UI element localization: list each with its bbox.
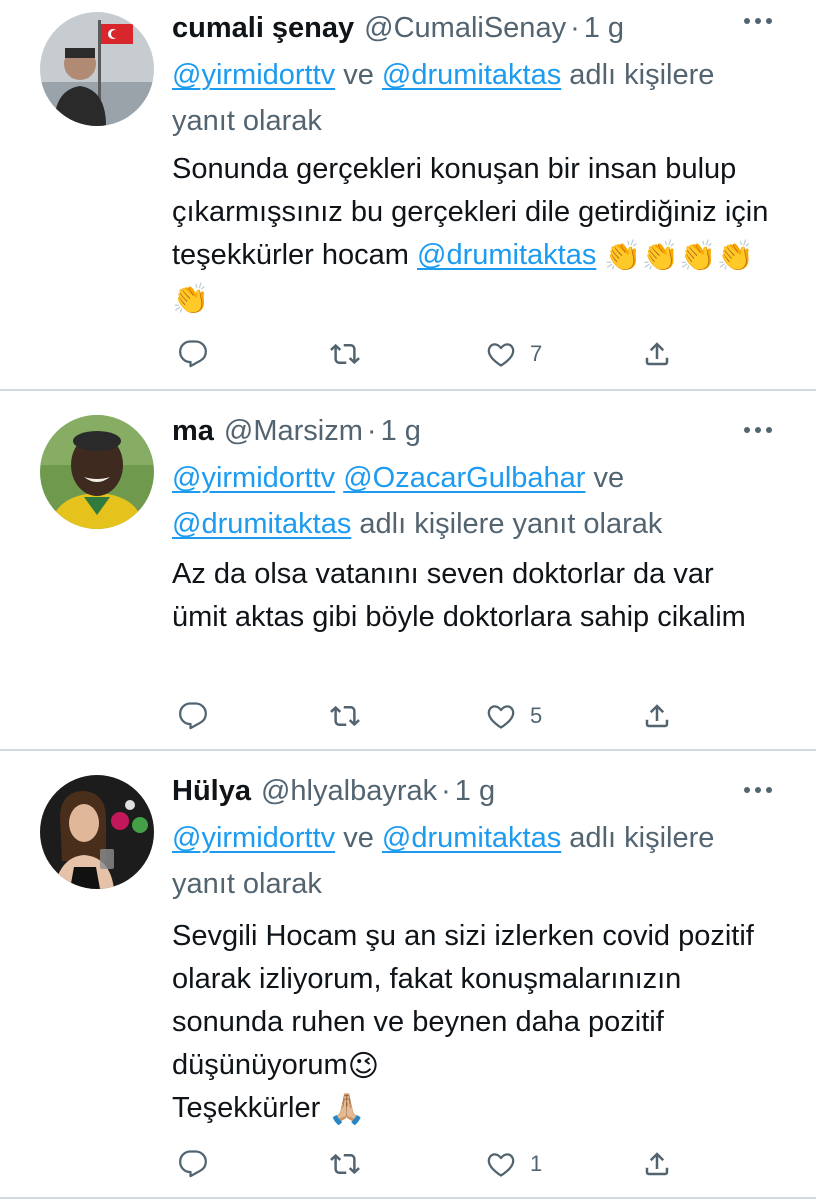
reply-mention[interactable]: @yirmidorttv	[172, 59, 335, 91]
user-handle[interactable]: @Marsizm	[224, 415, 363, 448]
reply-mention[interactable]: @yirmidorttv	[172, 462, 335, 494]
like-icon	[486, 339, 516, 369]
winking-face-emoji: 😉	[347, 1050, 379, 1083]
profile-photo-woman	[40, 775, 154, 889]
share-button[interactable]	[642, 1144, 672, 1184]
reply-context: @yirmidorttv ve @drumitaktas adlı kişile…	[172, 822, 715, 900]
tweet-2[interactable]: ma @Marsizm · 1 g @yirmidorttv @OzacarGu…	[0, 391, 816, 749]
share-icon	[642, 1149, 672, 1179]
reply-button[interactable]	[178, 334, 208, 374]
share-button[interactable]	[642, 334, 672, 374]
body-mention[interactable]: @drumitaktas	[417, 239, 596, 271]
tweet-text: Sevgili Hocam şu an sizi izlerken covid …	[172, 920, 754, 1126]
tweet-text: Az da olsa vatanını seven doktorlar da v…	[172, 558, 746, 633]
like-button[interactable]: 1	[486, 1144, 542, 1184]
action-bar: 5	[172, 696, 692, 736]
more-options-icon[interactable]	[738, 6, 778, 36]
retweet-button[interactable]	[330, 696, 360, 736]
reply-context: @yirmidorttv ve @drumitaktas adlı kişile…	[172, 59, 715, 137]
display-name[interactable]: ma	[172, 415, 214, 448]
action-bar: 1	[172, 1144, 692, 1184]
retweet-icon	[330, 339, 360, 369]
reply-mention[interactable]: @drumitaktas	[382, 822, 561, 854]
action-bar: 7	[172, 334, 692, 374]
tweet-header: Hülya @hlyalbayrak · 1 g	[172, 771, 495, 811]
avatar[interactable]	[40, 12, 154, 126]
retweet-button[interactable]	[330, 334, 360, 374]
like-count: 7	[530, 341, 543, 366]
reply-button[interactable]	[178, 696, 208, 736]
reply-context: @yirmidorttv @OzacarGulbahar ve @drumita…	[172, 462, 663, 540]
reply-mention[interactable]: @OzacarGulbahar	[343, 462, 585, 494]
folded-hands-emoji: 🙏🏼	[328, 1093, 366, 1126]
like-count: 1	[530, 1151, 543, 1176]
more-options-icon[interactable]	[738, 415, 778, 445]
reply-icon	[178, 701, 208, 731]
like-button[interactable]: 7	[486, 334, 542, 374]
avatar[interactable]	[40, 415, 154, 529]
reply-button[interactable]	[178, 1144, 208, 1184]
retweet-icon	[330, 1149, 360, 1179]
tweet-3[interactable]: Hülya @hlyalbayrak · 1 g @yirmidorttv ve…	[0, 751, 816, 1200]
timestamp[interactable]: 1 g	[381, 415, 421, 448]
tweet-header: cumali şenay @CumaliSenay · 1 g	[172, 8, 624, 48]
like-icon	[486, 701, 516, 731]
tweet-1[interactable]: cumali şenay @CumaliSenay · 1 g @yirmido…	[0, 0, 816, 390]
display-name[interactable]: Hülya	[172, 775, 251, 808]
profile-photo-smiling-man	[40, 415, 154, 529]
like-icon	[486, 1149, 516, 1179]
user-handle[interactable]: @CumaliSenay	[364, 12, 566, 45]
avatar[interactable]	[40, 775, 154, 889]
tweet-text: Sonunda gerçekleri konuşan bir insan bul…	[172, 153, 769, 316]
reply-mention[interactable]: @yirmidorttv	[172, 822, 335, 854]
profile-photo-man-with-flag	[40, 12, 154, 126]
reply-mention[interactable]: @drumitaktas	[172, 508, 351, 540]
like-button[interactable]: 5	[486, 696, 542, 736]
reply-mention[interactable]: @drumitaktas	[382, 59, 561, 91]
share-button[interactable]	[642, 696, 672, 736]
like-count: 5	[530, 703, 543, 728]
tweet-header: ma @Marsizm · 1 g	[172, 411, 421, 451]
reply-icon	[178, 339, 208, 369]
dot-separator: ·	[570, 11, 580, 44]
share-icon	[642, 701, 672, 731]
retweet-icon	[330, 701, 360, 731]
dot-separator: ·	[441, 774, 451, 807]
reply-icon	[178, 1149, 208, 1179]
retweet-button[interactable]	[330, 1144, 360, 1184]
more-options-icon[interactable]	[738, 775, 778, 805]
timestamp[interactable]: 1 g	[584, 12, 624, 45]
timestamp[interactable]: 1 g	[455, 775, 495, 808]
tweet-divider	[0, 1197, 816, 1199]
display-name[interactable]: cumali şenay	[172, 12, 354, 45]
dot-separator: ·	[366, 414, 377, 447]
user-handle[interactable]: @hlyalbayrak	[261, 775, 437, 808]
share-icon	[642, 339, 672, 369]
